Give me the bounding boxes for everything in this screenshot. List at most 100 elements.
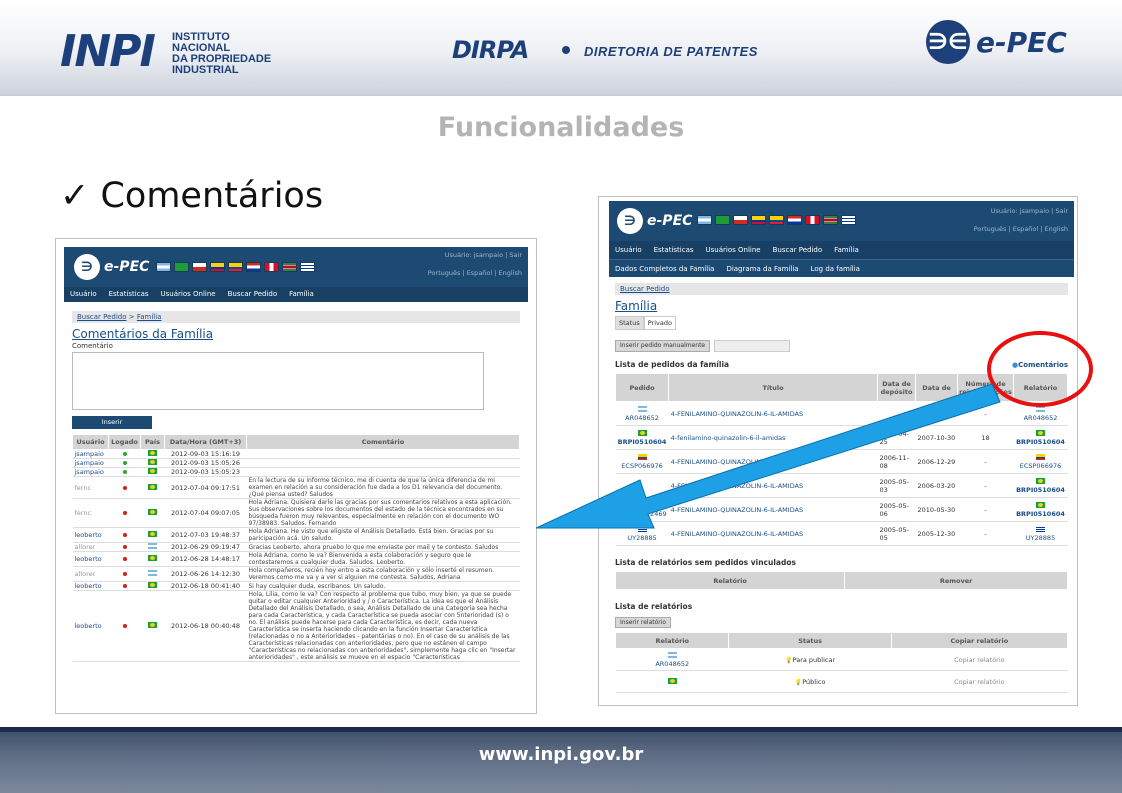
flag-brazil-icon: [1036, 501, 1045, 508]
flag-brazil-icon: [148, 531, 157, 537]
comment-textarea[interactable]: [72, 352, 484, 410]
nav-dados-completos[interactable]: Dados Completos da Família: [609, 260, 720, 277]
comment-text: Hola Adriana. He visto que eligiste el A…: [246, 527, 520, 543]
comment-date: 2012-09-03 15:05:23: [164, 467, 247, 477]
logged-status: [108, 581, 141, 591]
flag-ecuador-icon[interactable]: [769, 215, 784, 225]
flag-chile-icon[interactable]: [733, 215, 748, 225]
nav-familia[interactable]: Família: [283, 287, 320, 302]
main-nav: Usuário Estatísticas Usuários Online Bus…: [609, 241, 1074, 259]
nav-usuario[interactable]: Usuário: [64, 287, 103, 302]
nav-buscar-pedido[interactable]: Buscar Pedido: [222, 287, 284, 302]
insert-button[interactable]: Inserir: [72, 416, 152, 429]
comment-user[interactable]: leoberto: [72, 527, 109, 543]
report-number[interactable]: AR048652: [655, 660, 689, 668]
nav-diagrama[interactable]: Diagrama da Família: [720, 260, 804, 277]
report-cell[interactable]: AR048652: [615, 648, 729, 671]
flag-suriname-icon[interactable]: [823, 215, 838, 225]
flag-argentina-icon[interactable]: [156, 262, 171, 272]
report-cell[interactable]: UY28885: [1013, 521, 1068, 546]
report-number[interactable]: BRPI0510604: [1016, 510, 1065, 518]
flag-brazil-icon[interactable]: [715, 215, 730, 225]
nav-usuarios-online[interactable]: Usuários Online: [155, 287, 222, 302]
breadcrumb-buscar-pedido[interactable]: Buscar Pedido: [77, 313, 127, 321]
comment-date: 2012-07-04 09:07:05: [164, 498, 247, 528]
report-cell[interactable]: BRPI0510604: [1013, 425, 1068, 450]
country-flags: [156, 262, 315, 272]
table-row: jsampaio 2012-09-03 15:05:26: [72, 458, 520, 468]
comment-date: 2012-09-03 15:16:19: [164, 449, 247, 459]
copy-report-link[interactable]: Copiar relatório: [891, 670, 1068, 693]
breadcrumb-buscar-pedido[interactable]: Buscar Pedido: [620, 285, 670, 293]
flag-colombia-icon[interactable]: [751, 215, 766, 225]
report-cell[interactable]: ECSP066976: [1013, 449, 1068, 474]
flag-paraguay-icon[interactable]: [787, 215, 802, 225]
report-cell[interactable]: BRPI0510604: [1013, 497, 1068, 522]
nav-buscar-pedido[interactable]: Buscar Pedido: [767, 241, 829, 259]
comment-country: [140, 590, 165, 662]
comment-user[interactable]: jsampaio: [72, 458, 109, 468]
comment-text: [246, 467, 520, 477]
nav-usuario[interactable]: Usuário: [609, 241, 648, 259]
comment-user[interactable]: allorer: [72, 542, 109, 552]
report-number[interactable]: BRPI0510604: [1016, 438, 1065, 446]
flag-uruguay-icon[interactable]: [300, 262, 315, 272]
offline-dot-icon: [122, 572, 127, 576]
comment-date: 2012-06-18 00:41:40: [164, 581, 247, 591]
nav-estatisticas[interactable]: Estatísticas: [103, 287, 155, 302]
flag-argentina-icon[interactable]: [697, 215, 712, 225]
comment-user[interactable]: leoberto: [72, 590, 109, 662]
comment-date: 2012-07-04 09:17:51: [164, 476, 247, 499]
comment-date: 2012-06-18 00:40:48: [164, 590, 247, 662]
comment-user[interactable]: jsampaio: [72, 449, 109, 459]
flag-brazil-icon: [148, 622, 157, 628]
report-number[interactable]: AR048652: [1024, 414, 1058, 422]
insert-report-button[interactable]: Inserir relatório: [615, 617, 672, 628]
breadcrumb: Buscar Pedido > Família: [72, 311, 520, 323]
flag-brazil-icon: [148, 509, 157, 515]
nav-estatisticas[interactable]: Estatísticas: [648, 241, 700, 259]
logged-status: [108, 498, 141, 528]
flag-brazil-icon[interactable]: [174, 262, 189, 272]
flag-peru-icon[interactable]: [805, 215, 820, 225]
insert-manual-input[interactable]: [714, 340, 791, 352]
report-number[interactable]: UY28885: [1026, 534, 1055, 542]
report-cell[interactable]: [615, 670, 729, 693]
flag-paraguay-icon[interactable]: [246, 262, 261, 272]
flag-suriname-icon[interactable]: [282, 262, 297, 272]
logged-status: [108, 467, 141, 477]
flag-peru-icon[interactable]: [264, 262, 279, 272]
flag-brazil-icon: [148, 468, 157, 474]
footer-url[interactable]: www.inpi.gov.br: [0, 744, 1122, 765]
comment-country: [140, 458, 165, 468]
comment-user[interactable]: leoberto: [72, 551, 109, 567]
online-dot-icon: [122, 470, 127, 474]
footer-divider: [0, 727, 1122, 732]
report-number[interactable]: BRPI0510604: [1016, 486, 1065, 494]
flag-chile-icon[interactable]: [192, 262, 207, 272]
comment-user[interactable]: fernc: [72, 476, 109, 499]
report-cell[interactable]: BRPI0510604: [1013, 473, 1068, 498]
comment-user[interactable]: jsampaio: [72, 467, 109, 477]
comment-user[interactable]: fernc: [72, 498, 109, 528]
comment-country: [140, 551, 165, 567]
flag-argentina-icon: [148, 570, 157, 576]
breadcrumb: Buscar Pedido: [615, 283, 1068, 295]
nav-familia[interactable]: Família: [828, 241, 865, 259]
checkmark-icon: ✓: [60, 176, 90, 216]
unlinked-reports-title: Lista de relatórios sem pedidos vinculad…: [615, 558, 796, 567]
breadcrumb-familia[interactable]: Família: [137, 313, 162, 321]
flag-uruguay-icon[interactable]: [841, 215, 856, 225]
report-number[interactable]: ECSP066976: [1020, 462, 1062, 470]
comment-user[interactable]: leoberto: [72, 581, 109, 591]
nav-log[interactable]: Log da família: [805, 260, 866, 277]
nav-usuarios-online[interactable]: Usuários Online: [700, 241, 767, 259]
copy-report-link[interactable]: Copiar relatório: [891, 648, 1068, 671]
flag-colombia-icon[interactable]: [210, 262, 225, 272]
flag-ecuador-icon[interactable]: [228, 262, 243, 272]
slide-title: Funcionalidades: [437, 112, 685, 143]
insert-manual-button[interactable]: Inserir pedido manualmente: [615, 340, 711, 352]
comment-user[interactable]: allorer: [72, 566, 109, 582]
epec-small-logo: ∋ e-PEC: [617, 208, 692, 234]
list-title: Lista de pedidos da família: [615, 360, 730, 369]
